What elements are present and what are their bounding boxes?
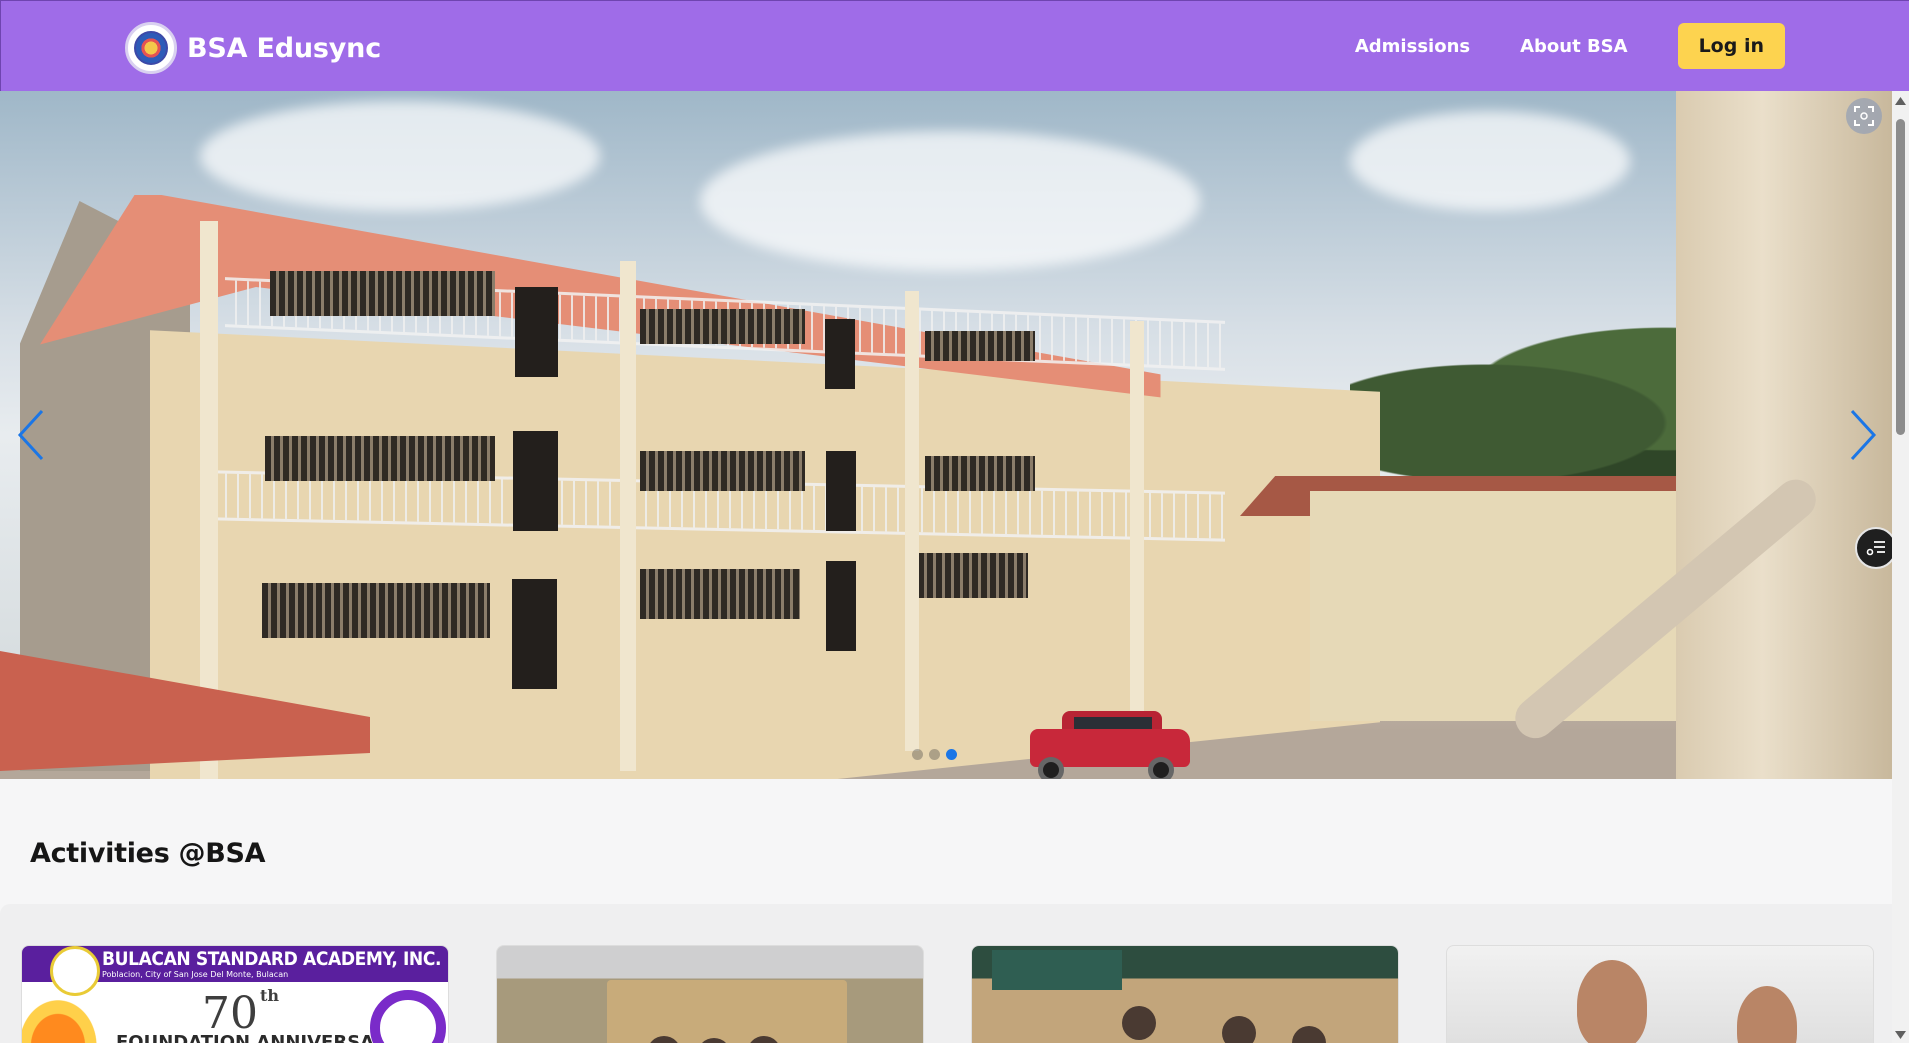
door-shape <box>512 579 557 689</box>
nav-link-admissions[interactable]: Admissions <box>1355 36 1470 57</box>
list-settings-icon <box>1866 541 1885 556</box>
nav-link-about[interactable]: About BSA <box>1520 36 1627 57</box>
person-shape <box>1122 1006 1156 1040</box>
activity-card[interactable]: BULACAN STANDARD ACADEMY, INC. Poblacion… <box>21 945 449 1043</box>
window-shape <box>640 569 800 619</box>
carousel-next-button[interactable] <box>1842 405 1882 465</box>
person-shape <box>1292 1026 1326 1043</box>
carousel-pagination <box>912 749 957 760</box>
scroll-up-arrow-icon[interactable] <box>1892 95 1909 107</box>
door-shape <box>825 319 855 389</box>
carousel-prev-button[interactable] <box>12 405 52 465</box>
chevron-right-icon <box>1850 409 1877 461</box>
person-shape <box>1577 960 1647 1043</box>
cloud-shape <box>700 131 1200 271</box>
door-shape <box>826 561 856 651</box>
school-logo-icon <box>125 22 177 74</box>
carousel-dot[interactable] <box>929 749 940 760</box>
window-shape <box>925 331 1035 361</box>
scroll-down-arrow-icon[interactable] <box>1892 1029 1909 1041</box>
window-shape <box>640 309 805 344</box>
activities-heading: Activities @BSA <box>30 838 266 869</box>
activity-card[interactable] <box>971 945 1399 1043</box>
chalkboard-shape <box>992 950 1122 990</box>
top-navbar: BSA Edusync Admissions About BSA Log in <box>0 0 1909 91</box>
anniversary-caption: FOUNDATION ANNIVERSARY <box>116 1032 401 1043</box>
page: BSA Edusync Admissions About BSA Log in <box>0 0 1909 1043</box>
cloud-shape <box>200 101 600 211</box>
login-button[interactable]: Log in <box>1677 23 1785 69</box>
window-shape <box>640 451 805 491</box>
nav-links: Admissions About BSA Log in <box>1355 23 1785 69</box>
window-shape <box>265 436 495 481</box>
page-scrollbar[interactable] <box>1892 91 1909 1043</box>
car-wheel-shape <box>1038 757 1064 779</box>
red-car-shape <box>1030 711 1190 779</box>
seventy-emblem-icon <box>370 990 446 1043</box>
window-shape <box>918 553 1028 598</box>
window-shape <box>262 583 490 638</box>
person-shape <box>1222 1016 1256 1043</box>
card-header-text: BULACAN STANDARD ACADEMY, INC. <box>102 948 442 970</box>
car-wheel-shape <box>1148 757 1174 779</box>
activity-card[interactable] <box>496 945 924 1043</box>
hero-carousel[interactable] <box>0 91 1892 779</box>
door-shape <box>515 287 558 377</box>
pillar-shape <box>1130 321 1144 731</box>
carousel-dot-active[interactable] <box>946 749 957 760</box>
scrollbar-thumb[interactable] <box>1896 119 1905 435</box>
chevron-left-icon <box>17 409 44 461</box>
person-shape <box>1737 986 1797 1043</box>
window-shape <box>270 271 495 316</box>
stage-banner-shape <box>607 980 847 1043</box>
scan-icon <box>1854 106 1874 126</box>
card-subheader-text: Poblacion, City of San Jose Del Monte, B… <box>102 970 289 979</box>
activity-card[interactable] <box>1446 945 1874 1043</box>
brand[interactable]: BSA Edusync <box>125 22 381 74</box>
anniversary-suffix: th <box>260 986 280 1005</box>
screenshot-scan-button[interactable] <box>1846 98 1882 134</box>
door-shape <box>513 431 558 531</box>
cloud-shape <box>1350 111 1630 211</box>
door-shape <box>826 451 856 531</box>
brand-name: BSA Edusync <box>187 32 382 64</box>
pillar-shape <box>620 261 636 771</box>
floating-menu-button[interactable] <box>1855 527 1897 569</box>
school-seal-icon <box>50 946 100 996</box>
carousel-dot[interactable] <box>912 749 923 760</box>
pillar-shape <box>905 291 919 751</box>
window-shape <box>925 456 1035 491</box>
